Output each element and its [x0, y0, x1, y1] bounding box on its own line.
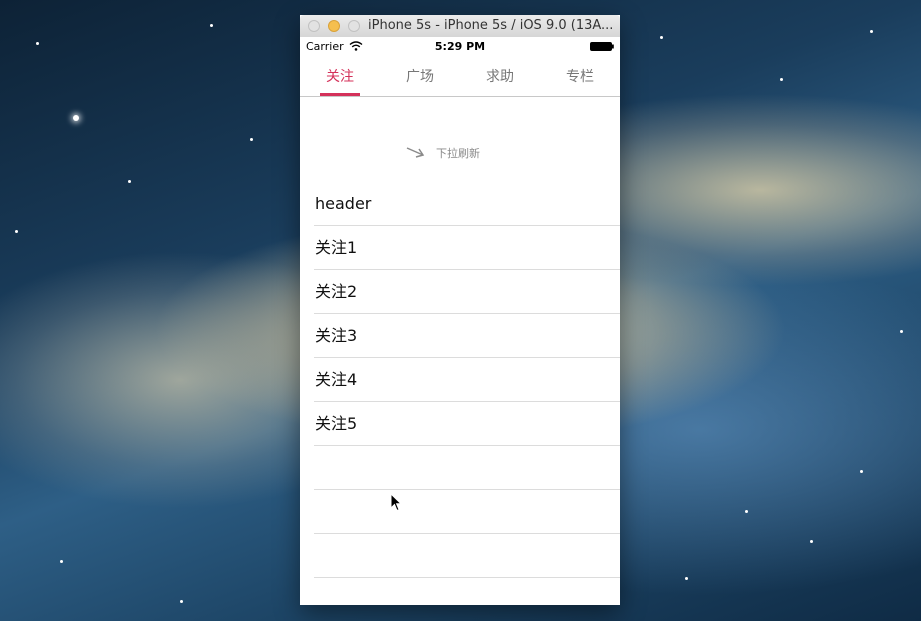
star [128, 180, 131, 183]
star [745, 510, 748, 513]
window-zoom-button[interactable] [348, 20, 360, 32]
star [660, 36, 663, 39]
table-row[interactable]: 关注4 [300, 358, 620, 402]
star [180, 600, 183, 603]
star [210, 24, 213, 27]
window-title: iPhone 5s - iPhone 5s / iOS 9.0 (13A... [368, 18, 614, 33]
status-bar: Carrier 5:29 PM [300, 37, 620, 57]
table-view[interactable]: header 关注1 关注2 关注3 关注4 关注5 [300, 182, 620, 578]
battery-icon [590, 42, 614, 51]
pull-to-refresh-label: 下拉刷新 [436, 147, 480, 160]
star [250, 138, 253, 141]
star [15, 230, 18, 233]
tab-column[interactable]: 专栏 [540, 57, 620, 97]
simulator-window: iPhone 5s - iPhone 5s / iOS 9.0 (13A... … [300, 15, 620, 605]
star [60, 560, 63, 563]
table-row[interactable]: 关注5 [300, 402, 620, 446]
table-row[interactable]: 关注3 [300, 314, 620, 358]
table-row-empty[interactable] [300, 490, 620, 534]
window-close-button[interactable] [308, 20, 320, 32]
table-row[interactable]: 关注1 [300, 226, 620, 270]
tab-follow[interactable]: 关注 [300, 57, 380, 97]
table-row-empty[interactable] [300, 446, 620, 490]
segment-tab-bar: 关注 广场 求助 专栏 [300, 57, 620, 97]
star [900, 330, 903, 333]
star [36, 42, 39, 45]
window-titlebar[interactable]: iPhone 5s - iPhone 5s / iOS 9.0 (13A... [300, 15, 620, 38]
star [685, 577, 688, 580]
tab-selection-indicator [320, 93, 360, 96]
star [860, 470, 863, 473]
star [810, 540, 813, 543]
star [780, 78, 783, 81]
tab-help[interactable]: 求助 [460, 57, 540, 97]
tab-square[interactable]: 广场 [380, 57, 460, 97]
ios-screen: Carrier 5:29 PM 关注 广场 求助 专栏 下拉刷新 header … [300, 37, 620, 605]
table-row[interactable]: 关注2 [300, 270, 620, 314]
status-time: 5:29 PM [434, 40, 486, 53]
star [870, 30, 873, 33]
star [73, 115, 79, 121]
table-row-header[interactable]: header [300, 182, 620, 226]
mouse-pointer-icon [390, 493, 402, 512]
window-minimize-button[interactable] [328, 20, 340, 32]
pull-to-refresh-header: 下拉刷新 [300, 97, 620, 185]
table-row-empty[interactable] [300, 534, 620, 578]
arrow-down-right-icon [406, 147, 425, 158]
